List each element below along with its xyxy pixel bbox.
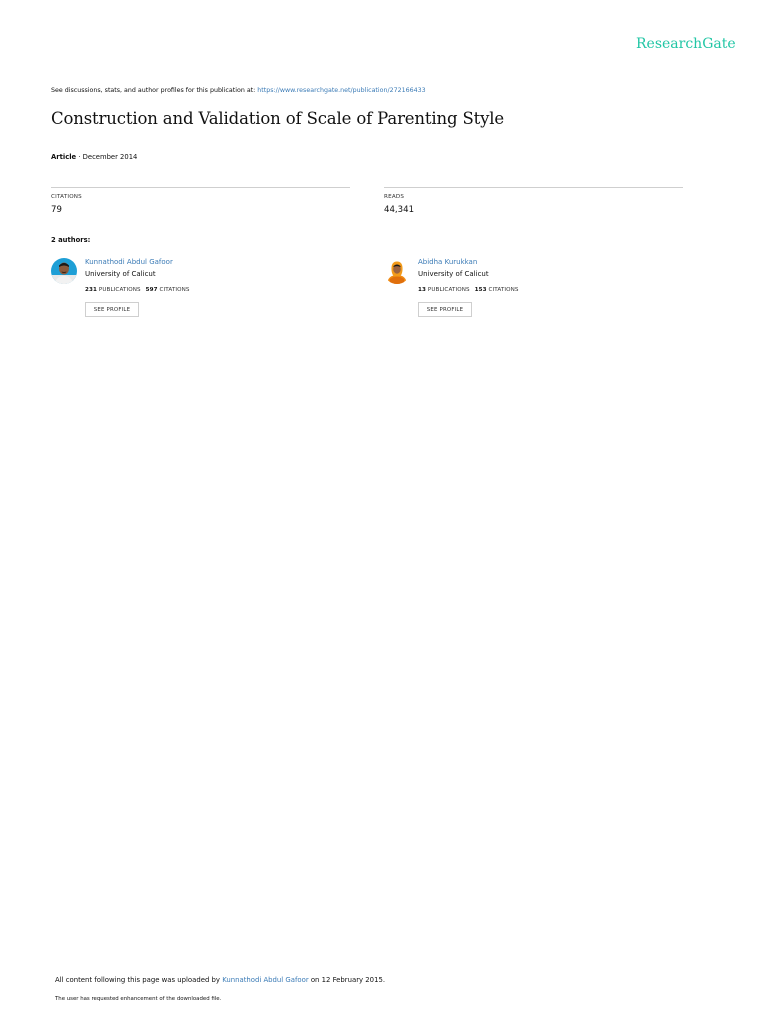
author-avatar[interactable]: [384, 258, 410, 284]
authors-heading: 2 authors:: [51, 236, 91, 244]
author-citations-label: CITATIONS: [157, 287, 190, 293]
author-stats: 13 PUBLICATIONS 153 CITATIONS: [418, 287, 519, 293]
discussion-line: See discussions, stats, and author profi…: [51, 87, 426, 94]
citations-label: CITATIONS: [51, 194, 82, 200]
author-citations-count: 153: [474, 287, 487, 293]
publication-meta: Article · December 2014: [51, 153, 137, 161]
author-publications-label: PUBLICATIONS: [96, 287, 141, 293]
publication-link[interactable]: https://www.researchgate.net/publication…: [257, 87, 425, 94]
upload-suffix: on 12 February 2015.: [308, 976, 386, 984]
reads-label: READS: [384, 194, 405, 200]
author-citations-count: 597: [145, 287, 158, 293]
author-citations-label: CITATIONS: [486, 287, 519, 293]
see-profile-button[interactable]: SEE PROFILE: [418, 302, 472, 317]
author-institution: University of Calicut: [85, 270, 156, 278]
publication-date: · December 2014: [76, 153, 138, 161]
upload-prefix: All content following this page was uplo…: [55, 976, 223, 984]
author-name-link[interactable]: Kunnathodi Abdul Gafoor: [85, 258, 173, 266]
divider-reads: [384, 187, 683, 188]
upload-note: All content following this page was uplo…: [55, 976, 385, 984]
discussion-prefix: See discussions, stats, and author profi…: [51, 87, 258, 94]
author-publications-count: 231: [85, 287, 97, 293]
researchgate-logo[interactable]: ResearchGate: [636, 36, 736, 52]
author-publications-label: PUBLICATIONS: [425, 287, 470, 293]
author-publications-count: 13: [418, 287, 426, 293]
author-stats: 231 PUBLICATIONS 597 CITATIONS: [85, 287, 190, 293]
author-photo-icon: [384, 258, 410, 284]
author-avatar[interactable]: [51, 258, 77, 284]
author-photo-icon: [51, 258, 77, 284]
publication-title: Construction and Validation of Scale of …: [51, 109, 505, 128]
divider-citations: [51, 187, 350, 188]
author-name-link[interactable]: Abidha Kurukkan: [418, 258, 477, 266]
citations-count: 79: [51, 205, 62, 215]
reads-count: 44,341: [384, 205, 415, 215]
see-profile-button[interactable]: SEE PROFILE: [85, 302, 139, 317]
enhancement-note: The user has requested enhancement of th…: [55, 996, 222, 1002]
uploader-link[interactable]: Kunnathodi Abdul Gafoor: [222, 976, 308, 984]
author-institution: University of Calicut: [418, 270, 489, 278]
publication-type: Article: [51, 153, 77, 161]
